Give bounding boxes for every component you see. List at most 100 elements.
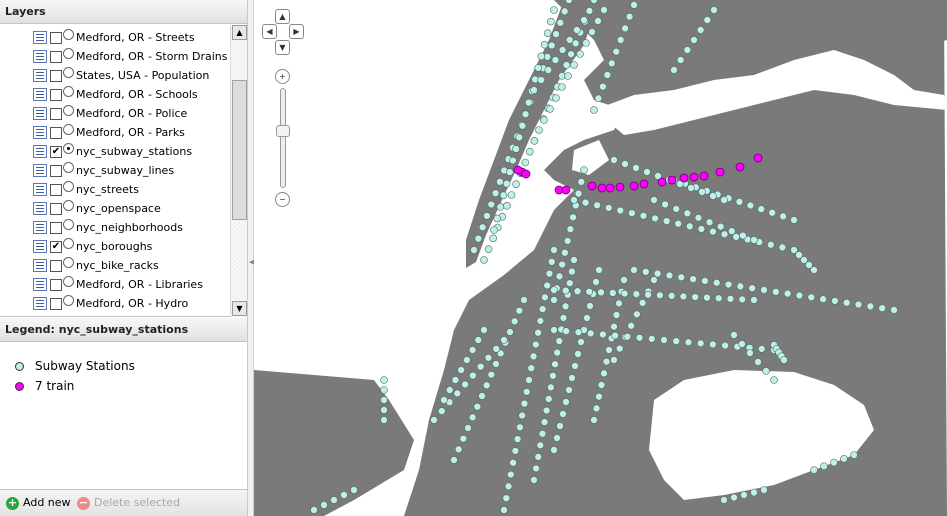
subway-station-marker[interactable]	[565, 386, 573, 394]
subway-station-marker[interactable]	[550, 446, 558, 454]
subway-station-marker[interactable]	[810, 266, 818, 274]
subway-station-marker[interactable]	[689, 275, 697, 283]
subway-station-marker[interactable]	[611, 331, 619, 340]
7-train-station-marker[interactable]	[597, 183, 607, 193]
layer-visibility-checkbox[interactable]: ✔	[50, 146, 62, 158]
subway-station-marker[interactable]	[556, 18, 565, 27]
subway-station-marker[interactable]	[562, 327, 571, 335]
subway-station-marker[interactable]	[770, 376, 778, 384]
subway-station-marker[interactable]	[526, 147, 534, 156]
layer-row[interactable]: Medford, OR - Storm Drains	[0, 47, 230, 66]
layer-select-radio[interactable]	[63, 143, 74, 154]
subway-station-marker[interactable]	[577, 338, 585, 346]
subway-station-marker[interactable]	[492, 360, 500, 368]
subway-station-marker[interactable]	[522, 388, 531, 396]
subway-station-marker[interactable]	[457, 366, 465, 374]
subway-station-marker[interactable]	[599, 82, 607, 91]
7-train-station-marker[interactable]	[667, 175, 677, 185]
subway-station-marker[interactable]	[550, 246, 558, 254]
subway-station-marker[interactable]	[558, 46, 567, 54]
subway-station-marker[interactable]	[491, 189, 500, 197]
subway-station-marker[interactable]	[630, 1, 638, 9]
layer-row[interactable]: Medford, OR - Streets	[0, 28, 230, 47]
subway-station-marker[interactable]	[534, 328, 542, 337]
subway-station-marker[interactable]	[320, 501, 328, 509]
subway-station-marker[interactable]	[509, 156, 517, 165]
layer-legend-icon[interactable]	[33, 88, 47, 101]
subway-station-marker[interactable]	[730, 493, 738, 502]
subway-station-marker[interactable]	[532, 464, 540, 473]
subway-station-marker[interactable]	[581, 198, 590, 207]
layer-select-radio[interactable]	[63, 67, 74, 78]
subway-station-marker[interactable]	[502, 179, 511, 188]
subway-station-marker[interactable]	[510, 317, 519, 326]
subway-station-marker[interactable]	[740, 491, 748, 499]
layer-legend-icon[interactable]	[33, 145, 47, 158]
subway-station-marker[interactable]	[540, 40, 549, 49]
subway-station-marker[interactable]	[545, 269, 554, 278]
subway-station-marker[interactable]	[620, 289, 629, 298]
subway-station-marker[interactable]	[691, 293, 699, 301]
subway-station-marker[interactable]	[534, 64, 543, 72]
subway-station-marker[interactable]	[586, 302, 594, 310]
subway-station-marker[interactable]	[780, 356, 788, 364]
subway-station-marker[interactable]	[582, 39, 590, 47]
subway-station-marker[interactable]	[594, 94, 603, 103]
subway-station-marker[interactable]	[605, 346, 613, 354]
subway-station-marker[interactable]	[478, 223, 487, 232]
layer-visibility-checkbox[interactable]: ✔	[50, 241, 62, 253]
layer-visibility-checkbox[interactable]	[50, 51, 62, 63]
layer-row[interactable]: nyc_neighborhoods	[0, 218, 230, 237]
subway-station-marker[interactable]	[607, 59, 616, 68]
subway-station-marker[interactable]	[628, 209, 636, 217]
subway-station-marker[interactable]	[568, 267, 576, 276]
subway-station-marker[interactable]	[482, 381, 491, 390]
subway-station-marker[interactable]	[480, 256, 488, 264]
subway-station-marker[interactable]	[559, 410, 567, 418]
subway-station-marker[interactable]	[340, 491, 348, 499]
subway-station-marker[interactable]	[502, 494, 511, 502]
subway-station-marker[interactable]	[683, 209, 692, 218]
layer-visibility-checkbox[interactable]	[50, 203, 62, 215]
subway-station-marker[interactable]	[550, 6, 558, 14]
layer-select-radio[interactable]	[63, 238, 74, 249]
subway-station-marker[interactable]	[612, 311, 621, 319]
subway-station-marker[interactable]	[474, 336, 483, 344]
subway-station-marker[interactable]	[602, 357, 611, 366]
subway-station-marker[interactable]	[687, 184, 695, 192]
subway-station-marker[interactable]	[540, 418, 549, 426]
subway-station-marker[interactable]	[878, 304, 886, 312]
subway-station-marker[interactable]	[650, 276, 658, 284]
subway-station-marker[interactable]	[665, 271, 674, 280]
subway-station-marker[interactable]	[567, 50, 575, 58]
subway-station-marker[interactable]	[521, 110, 530, 119]
subway-station-marker[interactable]	[621, 24, 629, 33]
subway-station-marker[interactable]	[710, 6, 718, 14]
subway-station-marker[interactable]	[570, 61, 578, 69]
pan-down-button[interactable]: ▼	[275, 40, 290, 55]
layer-legend-icon[interactable]	[33, 221, 47, 234]
layer-legend-icon[interactable]	[33, 278, 47, 291]
subway-station-marker[interactable]	[807, 293, 816, 302]
subway-station-marker[interactable]	[440, 396, 448, 404]
layer-select-radio[interactable]	[63, 219, 74, 230]
subway-station-marker[interactable]	[561, 286, 570, 295]
subway-station-marker[interactable]	[580, 16, 588, 24]
layer-legend-icon[interactable]	[33, 259, 47, 272]
layer-legend-icon[interactable]	[33, 31, 47, 44]
subway-station-marker[interactable]	[632, 290, 641, 298]
subway-station-marker[interactable]	[750, 296, 758, 304]
subway-station-marker[interactable]	[709, 192, 717, 200]
subway-station-marker[interactable]	[586, 329, 595, 338]
layer-row[interactable]: ✔ nyc_boroughs	[0, 237, 230, 256]
pan-up-button[interactable]: ▲	[275, 9, 290, 24]
subway-station-marker[interactable]	[696, 339, 705, 348]
subway-station-marker[interactable]	[633, 310, 641, 319]
subway-station-marker[interactable]	[703, 16, 712, 24]
subway-station-marker[interactable]	[538, 305, 547, 313]
subway-station-marker[interactable]	[738, 295, 747, 304]
subway-station-marker[interactable]	[644, 290, 652, 299]
subway-station-marker[interactable]	[562, 61, 571, 69]
subway-station-marker[interactable]	[540, 116, 548, 124]
subway-station-marker[interactable]	[463, 356, 471, 364]
